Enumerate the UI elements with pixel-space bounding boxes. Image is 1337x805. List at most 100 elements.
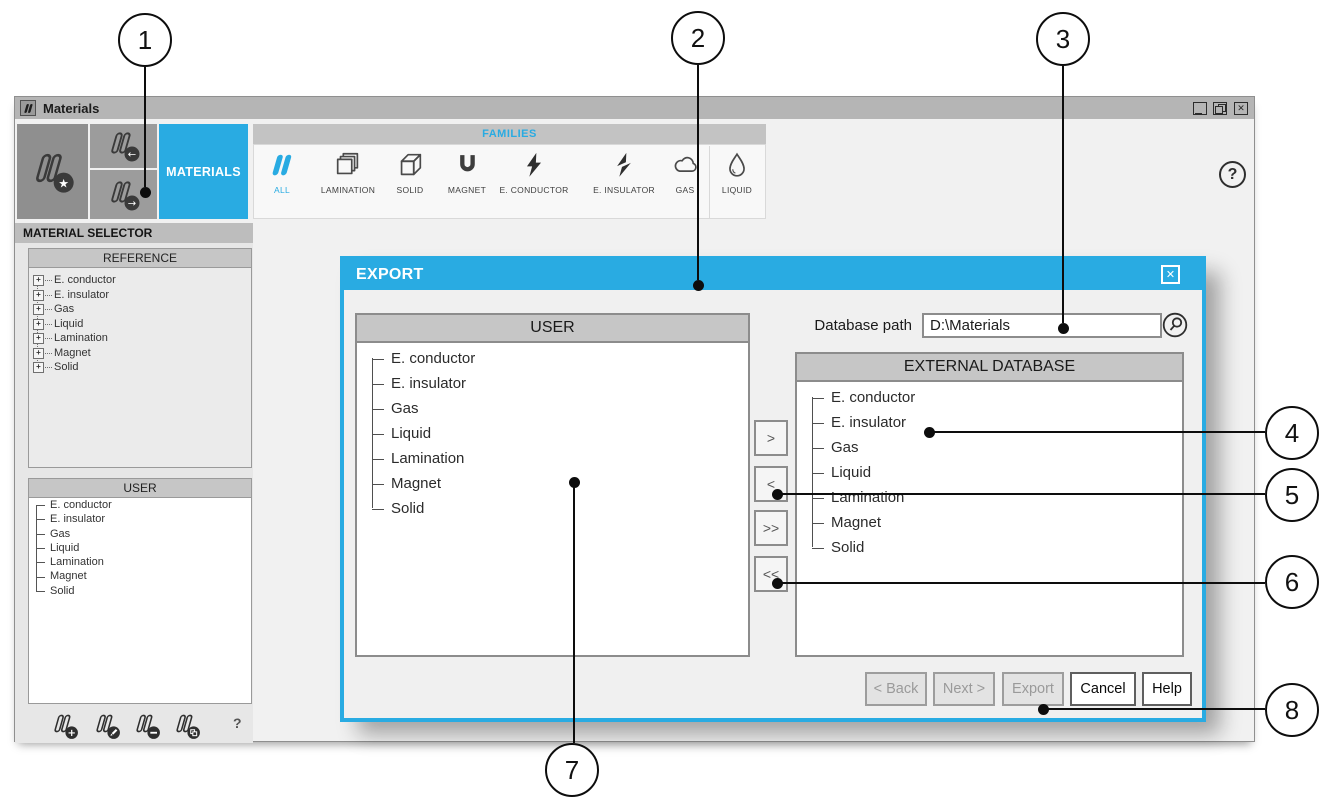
dialog-close-icon[interactable]: ✕: [1161, 265, 1180, 284]
close-icon[interactable]: [1234, 102, 1248, 115]
dialog-user-tree-item[interactable]: Magnet: [357, 471, 748, 496]
import-materials-button[interactable]: ←: [90, 124, 157, 168]
dialog-user-panel-header: USER: [357, 315, 748, 343]
user-tree-item[interactable]: E. conductor: [29, 498, 251, 512]
export-dialog-titlebar[interactable]: EXPORT ✕: [344, 260, 1202, 290]
family-liquid[interactable]: LIQUID: [692, 150, 782, 214]
help-button[interactable]: Help: [1142, 672, 1192, 706]
user-tree-item[interactable]: Solid: [29, 584, 251, 598]
duplicate-material-icon[interactable]: [170, 711, 204, 741]
export-dialog-title: EXPORT: [356, 266, 424, 284]
callout-dot-8: [1038, 704, 1049, 715]
reference-tree-item[interactable]: Lamination: [29, 331, 251, 346]
database-path-input[interactable]: [922, 313, 1162, 338]
magnet-icon: [452, 150, 482, 180]
minimize-icon[interactable]: [1193, 102, 1207, 115]
reference-tree-item[interactable]: Liquid: [29, 317, 251, 332]
dialog-user-tree-item[interactable]: Solid: [357, 496, 748, 521]
external-tree-item[interactable]: Gas: [797, 435, 1182, 460]
dialog-user-tree-item[interactable]: E. insulator: [357, 371, 748, 396]
tab-materials[interactable]: MATERIALS: [159, 124, 248, 219]
all-materials-icon: [267, 150, 297, 180]
sidebar-help[interactable]: ?: [233, 715, 242, 731]
reference-tree: E. conductorE. insulatorGasLiquidLaminat…: [29, 268, 251, 375]
dialog-user-tree-item[interactable]: Lamination: [357, 446, 748, 471]
new-material-icon: ★: [29, 148, 77, 196]
user-tree-item[interactable]: Gas: [29, 527, 251, 541]
callout-line-5: [780, 493, 1265, 495]
dialog-user-tree-item[interactable]: E. conductor: [357, 346, 748, 371]
callout-8: 8: [1265, 683, 1319, 737]
callout-line-3: [1062, 66, 1064, 323]
restore-icon[interactable]: [1213, 102, 1227, 115]
dialog-user-panel: USER E. conductorE. insulatorGasLiquidLa…: [355, 313, 750, 657]
external-tree-item[interactable]: E. conductor: [797, 385, 1182, 410]
svg-text:★: ★: [58, 176, 69, 190]
import-materials-icon: ←: [106, 128, 142, 164]
reference-tree-item[interactable]: Gas: [29, 302, 251, 317]
callout-dot-2: [693, 280, 704, 291]
help-icon[interactable]: ?: [1219, 161, 1246, 188]
new-material-button[interactable]: ★: [17, 124, 88, 219]
electrical-conductor-icon: [519, 150, 549, 180]
next-button[interactable]: Next >: [933, 672, 995, 706]
callout-dot-4: [924, 427, 935, 438]
callout-6: 6: [1265, 555, 1319, 609]
callout-1: 1: [118, 13, 172, 67]
export-materials-icon: →: [106, 177, 142, 213]
move-right-button[interactable]: >: [754, 420, 788, 456]
callout-line-2: [697, 65, 699, 280]
sidebar-user-tree: E. conductorE. insulatorGasLiquidLaminat…: [29, 498, 251, 598]
svg-text:←: ←: [127, 150, 135, 161]
user-tree-item[interactable]: Magnet: [29, 569, 251, 583]
database-path-label: Database path: [764, 313, 916, 338]
back-button[interactable]: < Back: [865, 672, 927, 706]
families-body: ALL LAMINATION SOL: [253, 144, 766, 219]
move-left-button[interactable]: <: [754, 466, 788, 502]
svg-text:+: +: [67, 728, 75, 739]
add-material-icon[interactable]: +: [48, 711, 82, 741]
move-all-left-button[interactable]: <<: [754, 556, 788, 592]
user-tree-item[interactable]: Lamination: [29, 555, 251, 569]
user-tree-item[interactable]: E. insulator: [29, 512, 251, 526]
external-tree-item[interactable]: Lamination: [797, 485, 1182, 510]
remove-material-icon[interactable]: [130, 711, 164, 741]
sidebar-user-panel-header: USER: [29, 479, 251, 498]
callout-dot-5: [772, 489, 783, 500]
external-database-panel: EXTERNAL DATABASE E. conductorE. insulat…: [795, 352, 1184, 657]
reference-tree-item[interactable]: Solid: [29, 360, 251, 375]
external-tree-item[interactable]: Solid: [797, 535, 1182, 560]
move-all-right-button[interactable]: >>: [754, 510, 788, 546]
callout-line-6: [780, 582, 1265, 584]
reference-tree-item[interactable]: E. conductor: [29, 273, 251, 288]
solid-icon: [395, 150, 425, 180]
dialog-user-tree-item[interactable]: Gas: [357, 396, 748, 421]
sidebar-user-panel: USER E. conductorE. insulatorGasLiquidLa…: [28, 478, 252, 704]
sidebar-actions: + ?: [15, 711, 253, 741]
dialog-user-tree-item[interactable]: Liquid: [357, 421, 748, 446]
reference-tree-item[interactable]: E. insulator: [29, 288, 251, 303]
families-panel: FAMILIES ALL LAMINATION: [253, 124, 766, 219]
callout-dot-1: [140, 187, 151, 198]
callout-line-1: [144, 67, 146, 187]
callout-dot-6: [772, 578, 783, 589]
browse-database-icon[interactable]: [1162, 312, 1188, 338]
cancel-button[interactable]: Cancel: [1070, 672, 1136, 706]
edit-material-icon[interactable]: [90, 711, 124, 741]
dialog-user-tree: E. conductorE. insulatorGasLiquidLaminat…: [357, 343, 748, 521]
callout-line-7: [573, 486, 575, 743]
external-database-tree: E. conductorE. insulatorGasLiquidLaminat…: [797, 382, 1182, 560]
callout-2: 2: [671, 11, 725, 65]
callout-dot-3: [1058, 323, 1069, 334]
reference-tree-item[interactable]: Magnet: [29, 346, 251, 361]
export-button[interactable]: Export: [1002, 672, 1064, 706]
external-tree-item[interactable]: Magnet: [797, 510, 1182, 535]
window-title: Materials: [43, 101, 99, 116]
external-database-header: EXTERNAL DATABASE: [797, 354, 1182, 382]
reference-panel-header: REFERENCE: [29, 249, 251, 268]
svg-text:→: →: [127, 198, 135, 209]
family-e-conductor[interactable]: E. CONDUCTOR: [489, 150, 579, 214]
external-tree-item[interactable]: Liquid: [797, 460, 1182, 485]
materials-logo-icon: [20, 100, 36, 116]
user-tree-item[interactable]: Liquid: [29, 541, 251, 555]
